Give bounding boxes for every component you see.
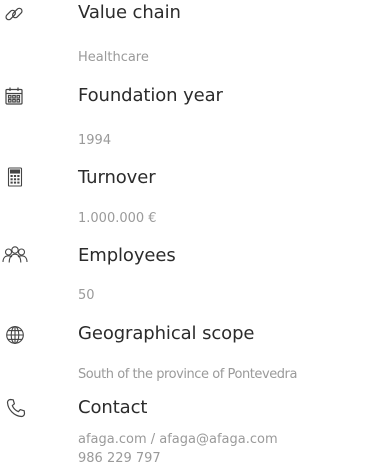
foundation-year-title: Foundation year <box>78 85 223 106</box>
foundation-year-value: 1994 <box>78 133 112 148</box>
contact-web-email[interactable]: afaga.com / afaga@afaga.com <box>78 431 278 449</box>
link-icon <box>4 4 24 24</box>
value-chain-title: Value chain <box>78 2 181 23</box>
employees-title: Employees <box>78 245 176 266</box>
turnover-title: Turnover <box>78 167 156 188</box>
contact-phone-number[interactable]: 986 229 797 <box>78 450 161 468</box>
calculator-icon <box>5 167 25 187</box>
people-icon <box>2 245 28 265</box>
geographical-scope-value: South of the province of Pontevedra <box>78 367 297 382</box>
employees-value: 50 <box>78 288 95 303</box>
calendar-icon <box>4 86 24 106</box>
value-chain-value: Healthcare <box>78 50 149 65</box>
globe-icon <box>5 325 25 345</box>
contact-title: Contact <box>78 397 148 418</box>
turnover-value: 1.000.000 € <box>78 211 157 226</box>
geographical-scope-title: Geographical scope <box>78 323 255 344</box>
phone-icon <box>6 398 26 418</box>
